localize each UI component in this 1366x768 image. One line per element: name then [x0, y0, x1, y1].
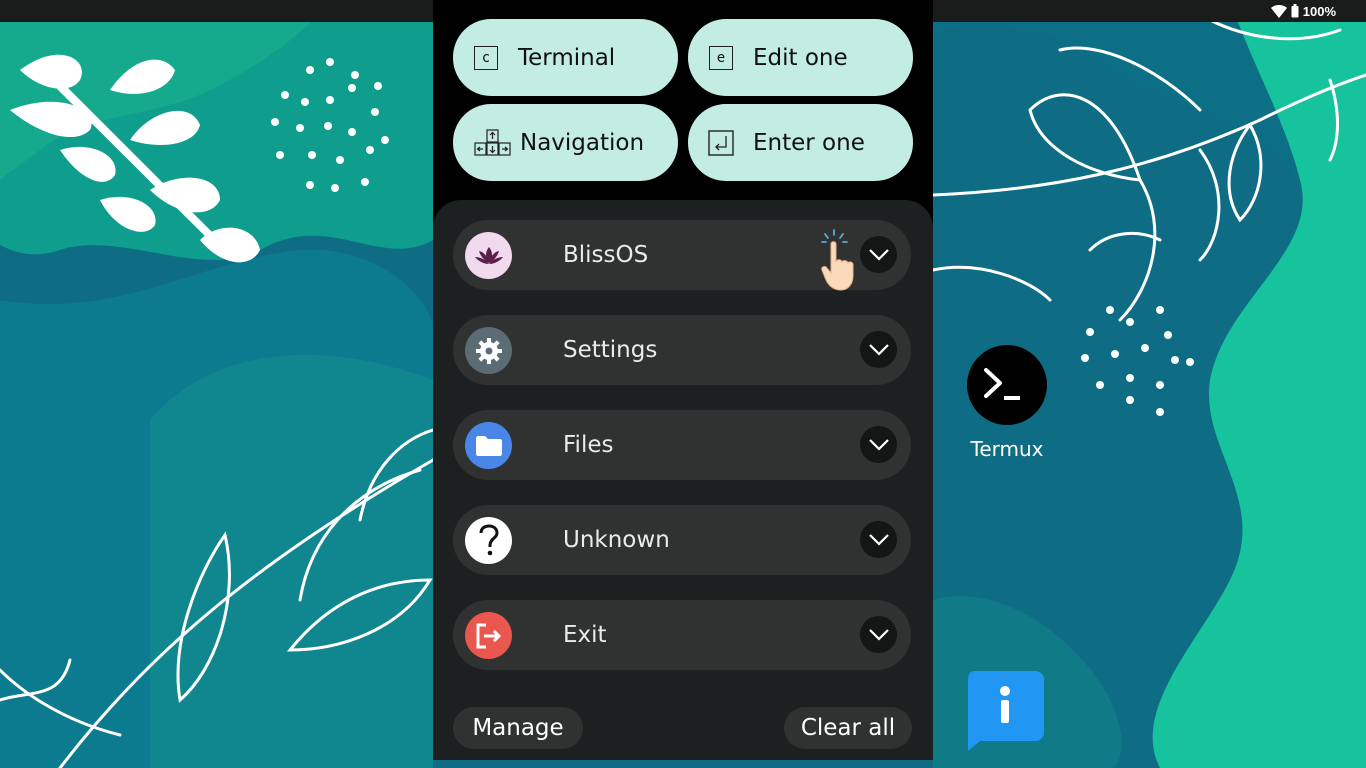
- chevron-down-icon: [868, 438, 889, 451]
- expand-files-button[interactable]: [860, 426, 897, 463]
- info-icon[interactable]: [966, 671, 1044, 751]
- enter-key-icon: [708, 129, 734, 156]
- gear-icon: [465, 327, 512, 374]
- question-icon: [465, 517, 512, 564]
- app-label-exit: Exit: [563, 622, 607, 648]
- expand-settings-button[interactable]: [860, 331, 897, 368]
- chevron-down-icon: [868, 628, 889, 641]
- shortcut-edit-one[interactable]: e Edit one: [688, 19, 913, 96]
- termux-label: Termux: [970, 437, 1044, 461]
- clear-all-button[interactable]: Clear all: [784, 707, 912, 749]
- shortcut-terminal-label: Terminal: [518, 44, 616, 71]
- keycap-e-icon: e: [708, 45, 734, 71]
- arrow-keys-icon: [473, 128, 513, 156]
- shortcut-navigation-label: Navigation: [520, 129, 645, 156]
- exit-icon: [465, 612, 512, 659]
- app-row-files[interactable]: Files: [453, 410, 911, 480]
- app-label-blissos: BlissOS: [563, 242, 649, 268]
- wifi-icon: [1270, 4, 1287, 18]
- manage-button[interactable]: Manage: [453, 707, 583, 749]
- keycap-c-icon: c: [473, 45, 499, 71]
- expand-blissos-button[interactable]: [860, 236, 897, 273]
- status-indicators: 100%: [1270, 3, 1336, 19]
- terminal-prompt-icon: [967, 345, 1047, 425]
- chevron-down-icon: [868, 248, 889, 261]
- app-label-files: Files: [563, 432, 614, 458]
- chevron-down-icon: [868, 533, 889, 546]
- chevron-down-icon: [868, 343, 889, 356]
- battery-icon: [1291, 4, 1299, 18]
- keycap-c-label: c: [474, 45, 498, 70]
- desktop-termux[interactable]: Termux: [962, 345, 1052, 461]
- shortcut-enter-one[interactable]: Enter one: [688, 104, 913, 181]
- shortcut-edit-one-label: Edit one: [753, 44, 848, 71]
- quick-panel: c Terminal e Edit one Navigation Enter o…: [433, 0, 933, 760]
- app-row-exit[interactable]: Exit: [453, 600, 911, 670]
- app-row-unknown[interactable]: Unknown: [453, 505, 911, 575]
- folder-icon: [465, 422, 512, 469]
- app-row-settings[interactable]: Settings: [453, 315, 911, 385]
- shortcut-enter-one-label: Enter one: [753, 129, 865, 156]
- touch-pointer-icon: [821, 229, 854, 291]
- app-label-settings: Settings: [563, 337, 658, 363]
- battery-percentage: 100%: [1302, 3, 1336, 19]
- blissos-lotus-icon: [465, 232, 512, 279]
- shortcut-terminal[interactable]: c Terminal: [453, 19, 678, 96]
- keycap-e-label: e: [709, 45, 733, 70]
- shortcut-navigation[interactable]: Navigation: [453, 104, 678, 181]
- expand-unknown-button[interactable]: [860, 521, 897, 558]
- app-label-unknown: Unknown: [563, 527, 670, 553]
- expand-exit-button[interactable]: [860, 616, 897, 653]
